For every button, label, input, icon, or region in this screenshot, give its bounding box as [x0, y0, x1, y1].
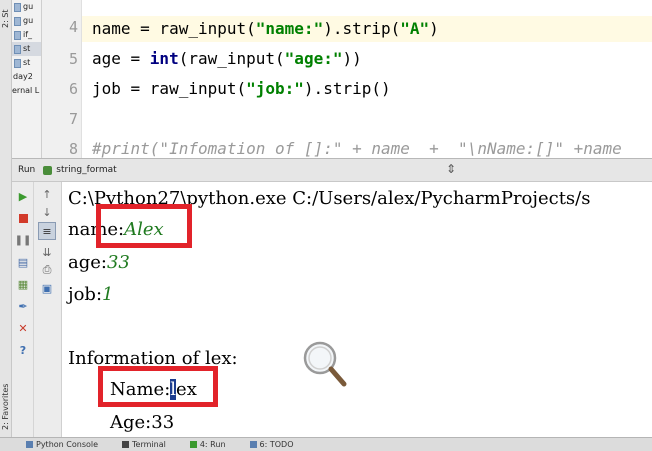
close-icon[interactable]: ✕	[15, 320, 31, 336]
python-run-icon	[43, 165, 53, 175]
run-toolbar: ▶ ❚❚ ▤ ▦ ✒ ✕ ?	[12, 182, 34, 437]
annotation-highlight-box	[98, 366, 218, 407]
line-number: 5	[68, 50, 78, 68]
run-icon	[189, 441, 197, 448]
editor-gutter: 4 5 6 7 8	[42, 0, 82, 158]
code-line[interactable]: name = raw_input("name:").strip("A")	[82, 16, 652, 42]
pin-icon[interactable]: ✒	[15, 298, 31, 314]
tree-item[interactable]: st	[12, 42, 41, 56]
todo-icon	[249, 441, 257, 448]
arrow-up-icon[interactable]: ↑	[39, 186, 55, 202]
python-console-tab[interactable]: Python Console	[26, 440, 98, 449]
stop-icon[interactable]	[15, 210, 31, 226]
scroll-to-end-icon[interactable]: ⇊	[39, 244, 55, 260]
pause-icon[interactable]: ❚❚	[15, 232, 32, 248]
code-editor[interactable]: name = raw_input("name:").strip("A") age…	[82, 0, 652, 158]
soft-wrap-icon[interactable]: ≡	[38, 222, 56, 240]
print-icon[interactable]: ⎙	[39, 262, 55, 278]
line-number: 8	[68, 140, 78, 158]
project-tree: gu gu if_ st st day2 ernal L	[12, 0, 42, 158]
structure-tool-tab[interactable]: 2: St	[1, 9, 10, 28]
run-tab[interactable]: 4: Run	[189, 440, 226, 449]
line-number: 6	[68, 80, 78, 98]
python-file-icon	[14, 58, 21, 68]
rerun-icon[interactable]: ▶	[15, 188, 31, 204]
resize-handle-icon[interactable]: ⇕	[446, 161, 456, 177]
arrow-down-icon[interactable]: ↓	[39, 204, 55, 220]
tree-item[interactable]: st	[12, 56, 41, 70]
run-panel-header: Run string_format ⇕	[12, 158, 652, 182]
tree-external-libraries[interactable]: ernal L	[12, 84, 41, 98]
console-line-job: job:1	[68, 284, 114, 305]
console-user-input: 33	[106, 252, 130, 273]
run-panel-title: Run	[18, 165, 36, 175]
tree-item[interactable]: if_	[12, 28, 41, 42]
tree-item[interactable]: gu	[12, 14, 41, 28]
tree-folder[interactable]: day2	[12, 70, 41, 84]
python-file-icon	[14, 44, 21, 54]
console-output[interactable]: C:\Python27\python.exe C:/Users/alex/Pyc…	[62, 182, 652, 437]
line-number: 7	[68, 110, 78, 128]
tool-window-bar: Python Console Terminal 4: Run 6: TODO	[0, 437, 652, 451]
todo-tab[interactable]: 6: TODO	[249, 440, 293, 449]
code-line[interactable]: #print("Infomation of []:" + name + "\nN…	[92, 139, 622, 158]
terminal-icon	[122, 441, 130, 448]
python-icon	[26, 441, 33, 448]
magnifier-icon	[300, 338, 350, 390]
code-line[interactable]: job = raw_input("job:").strip()	[92, 79, 391, 98]
tool-window-strip: 2: St 2: Favorites	[0, 0, 12, 451]
tree-item[interactable]: gu	[12, 0, 41, 14]
code-line[interactable]: age = int(raw_input("age:"))	[92, 49, 362, 68]
favorites-tool-tab[interactable]: 2: Favorites	[1, 384, 10, 430]
python-file-icon	[14, 2, 21, 12]
settings-icon[interactable]: ▦	[15, 276, 31, 292]
dump-threads-icon[interactable]: ▤	[15, 254, 31, 270]
console-user-input: 1	[102, 284, 114, 305]
python-file-icon	[14, 16, 21, 26]
clear-all-icon[interactable]: ▣	[39, 280, 55, 296]
console-toolbar: ↑ ↓ ≡ ⇊ ⎙ ▣	[34, 182, 62, 437]
line-number: 4	[68, 18, 78, 36]
terminal-tab[interactable]: Terminal	[122, 440, 166, 449]
annotation-highlight-box	[96, 204, 192, 248]
console-line-age: age:33	[68, 252, 130, 273]
python-file-icon	[14, 30, 21, 40]
run-config-tab[interactable]: string_format	[43, 165, 117, 175]
help-icon[interactable]: ?	[15, 342, 31, 358]
console-output-age: Age:33	[110, 412, 175, 433]
